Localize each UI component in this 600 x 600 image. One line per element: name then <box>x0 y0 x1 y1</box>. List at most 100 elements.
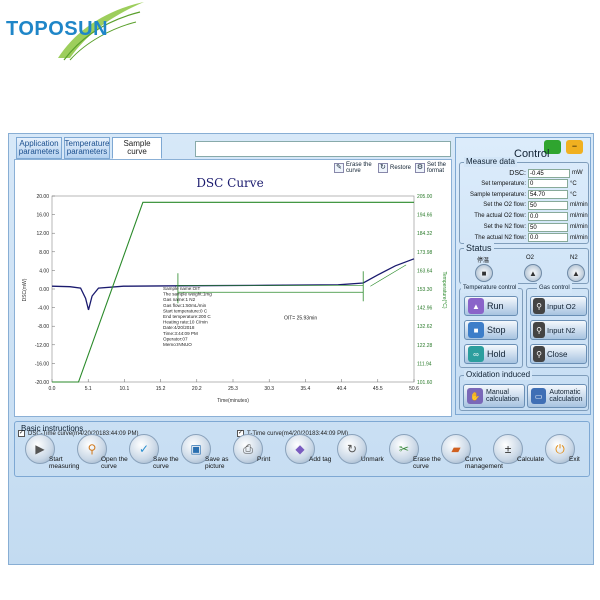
measure-row-unit: ml/min <box>570 234 588 241</box>
run-icon: ▲ <box>468 298 484 314</box>
measure-row-value[interactable]: 54.70 <box>528 190 568 200</box>
measure-row-unit: mW <box>572 170 583 176</box>
x-tick-label: 40.4 <box>337 386 347 392</box>
measure-row-value[interactable]: 50 <box>528 222 568 232</box>
add-tag-button[interactable]: ◆ Add tag <box>285 434 343 474</box>
plot-area <box>51 195 415 383</box>
measure-row-unit: ml/min <box>570 213 588 220</box>
valve-o2-icon: ⚲ <box>533 298 545 314</box>
measure-row: Sample temperature: 54.70 °C <box>462 190 590 200</box>
temperature-control-title: Temperature control <box>461 283 519 293</box>
measure-row-label: The actual O2 flow: <box>474 213 526 220</box>
sample-info-line: Date:4/20/2018 <box>163 325 195 330</box>
measure-row-value[interactable]: 0.0 <box>528 233 568 243</box>
measure-row: Set temperature: 0 °C <box>462 179 590 189</box>
y-tick-label-right: 142.96 <box>417 306 433 312</box>
curve-management-button[interactable]: ▰ Curve management <box>441 434 503 474</box>
y-tick-label-left: -12.00 <box>35 343 49 349</box>
control-title: Control <box>514 148 550 160</box>
curve-name-field[interactable] <box>195 141 451 157</box>
x-tick-label: 0.0 <box>49 386 56 392</box>
measure-row-unit: °C <box>570 191 577 198</box>
measure-row: The actual N2 flow: 0.0 ml/min <box>462 233 590 243</box>
basic-instructions-title: Basic instructions <box>21 424 84 433</box>
input-n2-label: Input N2 <box>547 325 576 335</box>
sample-info-line: Sample name:OIT <box>163 286 200 291</box>
measure-row-label: Set temperature: <box>481 180 526 187</box>
unmark-button[interactable]: ↻ Unmark <box>337 434 395 474</box>
manual-calculation-label: Manual calculation <box>486 389 520 403</box>
measure-row-label: Set the N2 flow: <box>483 224 526 230</box>
input-o2-button[interactable]: ⚲ Input O2 <box>530 296 587 316</box>
chart-panel: ✎ Erase the curve ↻ Restore ⚙ Set the fo… <box>14 159 452 437</box>
stop-button[interactable]: ■ Stop <box>464 320 518 340</box>
dsc-chart: DSC Curve 20.00 16.00 12.00 8.00 4.00 0.00 -4.… <box>22 176 447 404</box>
x-tick-label: 35.4 <box>301 386 311 392</box>
x-tick-label: 15.2 <box>156 386 166 392</box>
run-button[interactable]: ▲ Run <box>464 296 518 316</box>
hold-icon: ∞ <box>468 346 484 362</box>
y-tick-label-left: 20.00 <box>36 194 49 200</box>
measure-row-value[interactable]: 0.0 <box>528 211 568 221</box>
measure-row: Set the O2 flow: 50 ml/min <box>462 200 590 210</box>
measure-data-title: Measure data <box>464 157 517 167</box>
x-tick-label: 45.5 <box>373 386 383 392</box>
y-tick-label-right: 163.64 <box>417 268 433 274</box>
status-hold-temp-indicator: ■ <box>475 264 493 282</box>
close-gas-label: Close <box>547 349 568 359</box>
tab-sample-curve[interactable]: Sample curve <box>112 137 162 159</box>
measure-row-unit: ml/min <box>570 224 588 230</box>
y-tick-label-left: -8.00 <box>38 324 50 330</box>
open-the-curve-button[interactable]: ⚲ Open the curve <box>77 434 135 474</box>
measure-row-value[interactable]: 0 <box>528 179 568 189</box>
hold-button[interactable]: ∞ Hold <box>464 344 518 364</box>
measure-row: DSC: -0.45 mW <box>462 168 590 178</box>
print-button[interactable]: ⎙ Print <box>233 434 291 474</box>
y-tick-label-left: 8.00 <box>39 250 49 256</box>
x-tick-label: 5.1 <box>85 386 92 392</box>
tab-bar: Application parameters Temperature param… <box>16 137 162 159</box>
sample-info-line: Time:3:44:09 PM <box>163 331 198 336</box>
y-tick-label-right: 153.30 <box>417 287 433 293</box>
measure-row-label: Set the O2 flow: <box>483 202 526 209</box>
y-tick-label-right: 111.94 <box>417 361 432 367</box>
sample-info-line: Gas name:1 N2 <box>163 297 196 302</box>
minimize-button[interactable]: − <box>566 140 583 154</box>
y-tick-label-left: -4.00 <box>38 306 50 312</box>
oxidation-induced-group: Oxidation induced ✋ Manual calculation ▭… <box>459 370 589 411</box>
y-tick-label-right: 101.60 <box>417 380 433 386</box>
calculate-button[interactable]: ± Calculate <box>493 434 551 474</box>
tab-application-parameters[interactable]: Application parameters <box>16 137 62 159</box>
save-as-picture-button[interactable]: ▣ Save as picture <box>181 434 239 474</box>
sample-info-line: The sample weight:1mg <box>163 292 212 297</box>
exit-button[interactable]: ⏻ Exit <box>545 434 600 474</box>
y-tick-label-left: 0.00 <box>39 287 49 293</box>
y-tick-label-left: 16.00 <box>36 213 49 219</box>
measure-row-value[interactable]: 50 <box>528 200 568 210</box>
tab-temperature-parameters[interactable]: Temperature parameters <box>64 137 110 159</box>
basic-instructions-panel: Basic instructions ▶ Start measuring ⚲ Open… <box>14 421 590 477</box>
hand-icon: ✋ <box>467 388 483 404</box>
x-tick-label: 25.3 <box>228 386 238 392</box>
hold-label: Hold <box>487 349 506 359</box>
x-tick-label: 20.2 <box>192 386 202 392</box>
sample-info-line: Heating rate:10 C/min <box>163 320 208 325</box>
input-n2-button[interactable]: ⚲ Input N2 <box>530 320 587 340</box>
sample-info-line: Gas flow:1:50mL/min <box>163 303 207 308</box>
measure-row-value[interactable]: -0.45 <box>528 168 570 178</box>
save-the-curve-button[interactable]: ✓ Save the curve <box>129 434 187 474</box>
y-tick-label-right: 184.32 <box>417 231 433 237</box>
y-tick-label-right: 194.66 <box>417 213 433 219</box>
close-gas-button[interactable]: ⚲ Close <box>530 344 587 364</box>
measure-row-unit: ml/min <box>570 202 588 209</box>
start-measuring-button[interactable]: ▶ Start measuring <box>25 434 83 474</box>
valve-n2-icon: ⚲ <box>533 322 545 338</box>
erase-the-curve-button[interactable]: ✂ Erase the curve <box>389 434 447 474</box>
sample-info-line: Start temperature:0 C <box>163 308 208 313</box>
x-tick-label: 10.1 <box>120 386 130 392</box>
y-tick-label-left: -16.00 <box>35 361 49 367</box>
basic-button-label: Exit <box>569 456 580 463</box>
automatic-calculation-button[interactable]: ▭ Automatic calculation <box>527 384 587 408</box>
manual-calculation-button[interactable]: ✋ Manual calculation <box>463 384 525 408</box>
brand-name: TOPOSUN <box>6 18 109 40</box>
